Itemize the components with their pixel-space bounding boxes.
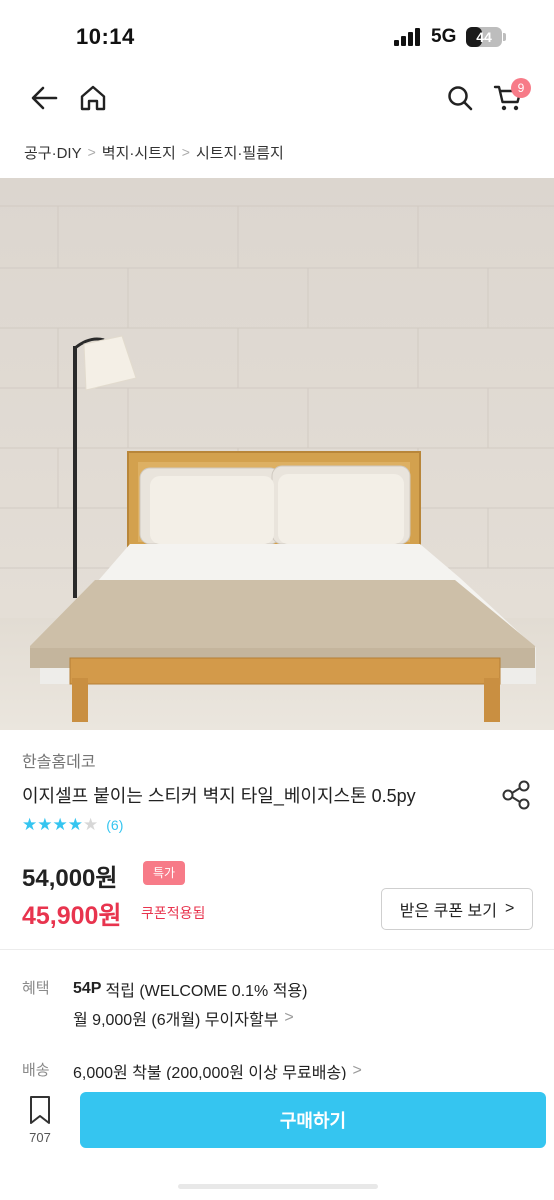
review-count: (6) — [106, 817, 124, 833]
installment-text: 월 9,000원 (6개월) 무이자할부 — [73, 1012, 279, 1029]
benefits-label: 혜택 — [22, 980, 50, 997]
top-nav — [0, 70, 554, 126]
breadcrumb-item[interactable]: 공구·DIY — [24, 142, 82, 163]
battery-level: 44 — [476, 29, 492, 45]
product-title: 이지셀프 붙이는 스티커 벽지 타일_베이지스톤 0.5py — [22, 786, 416, 806]
shipping-label: 배송 — [22, 1062, 50, 1079]
chevron-right-icon: > — [284, 1009, 294, 1026]
star-empty-icon: ★ — [83, 815, 99, 834]
breadcrumb-item[interactable]: 벽지·시트지 — [102, 142, 176, 163]
product-photo — [0, 178, 554, 730]
points-info: 54P 적립 (WELCOME 0.1% 적용) — [73, 977, 307, 1001]
product-image[interactable] — [0, 178, 554, 730]
star-filled-icon: ★ — [52, 815, 68, 834]
buy-button[interactable]: 구매하기 — [80, 1092, 546, 1148]
chevron-right-icon: > — [504, 900, 515, 917]
status-time: 10:14 — [76, 24, 135, 49]
rating[interactable]: ★ ★ ★ ★ ★ (6) — [22, 815, 123, 835]
special-price-badge: 특가 — [143, 861, 186, 885]
bookmark-icon — [30, 1096, 50, 1124]
view-coupons-label: 받은 쿠폰 보기 — [399, 903, 497, 920]
star-filled-icon: ★ — [37, 815, 53, 834]
battery-icon: 44 — [466, 27, 502, 47]
search-icon — [448, 86, 473, 111]
points-value: 54P — [73, 980, 102, 997]
bookmark-count: 707 — [29, 1130, 51, 1145]
status-bar: 10:14 5G 44 — [0, 0, 554, 70]
home-indicator — [178, 1184, 378, 1189]
installment-info[interactable]: 월 9,000원 (6개월) 무이자할부 > — [73, 1006, 294, 1030]
bookmark-button[interactable] — [20, 1094, 60, 1131]
share-icon — [502, 780, 530, 810]
view-coupons-button[interactable]: 받은 쿠폰 보기 > — [381, 888, 533, 930]
brand-name[interactable]: 한솔홈데코 — [22, 748, 96, 772]
sale-price: 45,900원 — [22, 902, 122, 930]
star-filled-icon: ★ — [22, 815, 38, 834]
coupon-applied-note: 쿠폰적용됨 — [141, 905, 206, 921]
arrow-left-icon — [31, 86, 58, 110]
star-filled-icon: ★ — [67, 815, 83, 834]
network-type: 5G — [431, 26, 457, 47]
rating-stars: ★ ★ ★ ★ ★ — [22, 815, 98, 835]
section-divider — [0, 949, 554, 950]
home-button[interactable] — [73, 78, 113, 118]
back-button[interactable] — [24, 78, 64, 118]
search-button[interactable] — [440, 78, 480, 118]
battery-tip — [503, 33, 506, 41]
breadcrumb-item[interactable]: 시트지·필름지 — [196, 142, 284, 163]
signal-icon — [394, 28, 422, 46]
chevron-right-icon: > — [87, 144, 96, 160]
original-price: 54,000원 — [22, 865, 118, 892]
home-icon — [80, 85, 106, 111]
cart-badge: 9 — [511, 78, 531, 98]
breadcrumb: 공구·DIY > 벽지·시트지 > 시트지·필름지 — [24, 140, 284, 164]
chevron-right-icon: > — [352, 1062, 362, 1079]
chevron-right-icon: > — [181, 144, 190, 160]
share-button[interactable] — [500, 778, 534, 812]
points-text: 적립 (WELCOME 0.1% 적용) — [105, 983, 308, 1000]
